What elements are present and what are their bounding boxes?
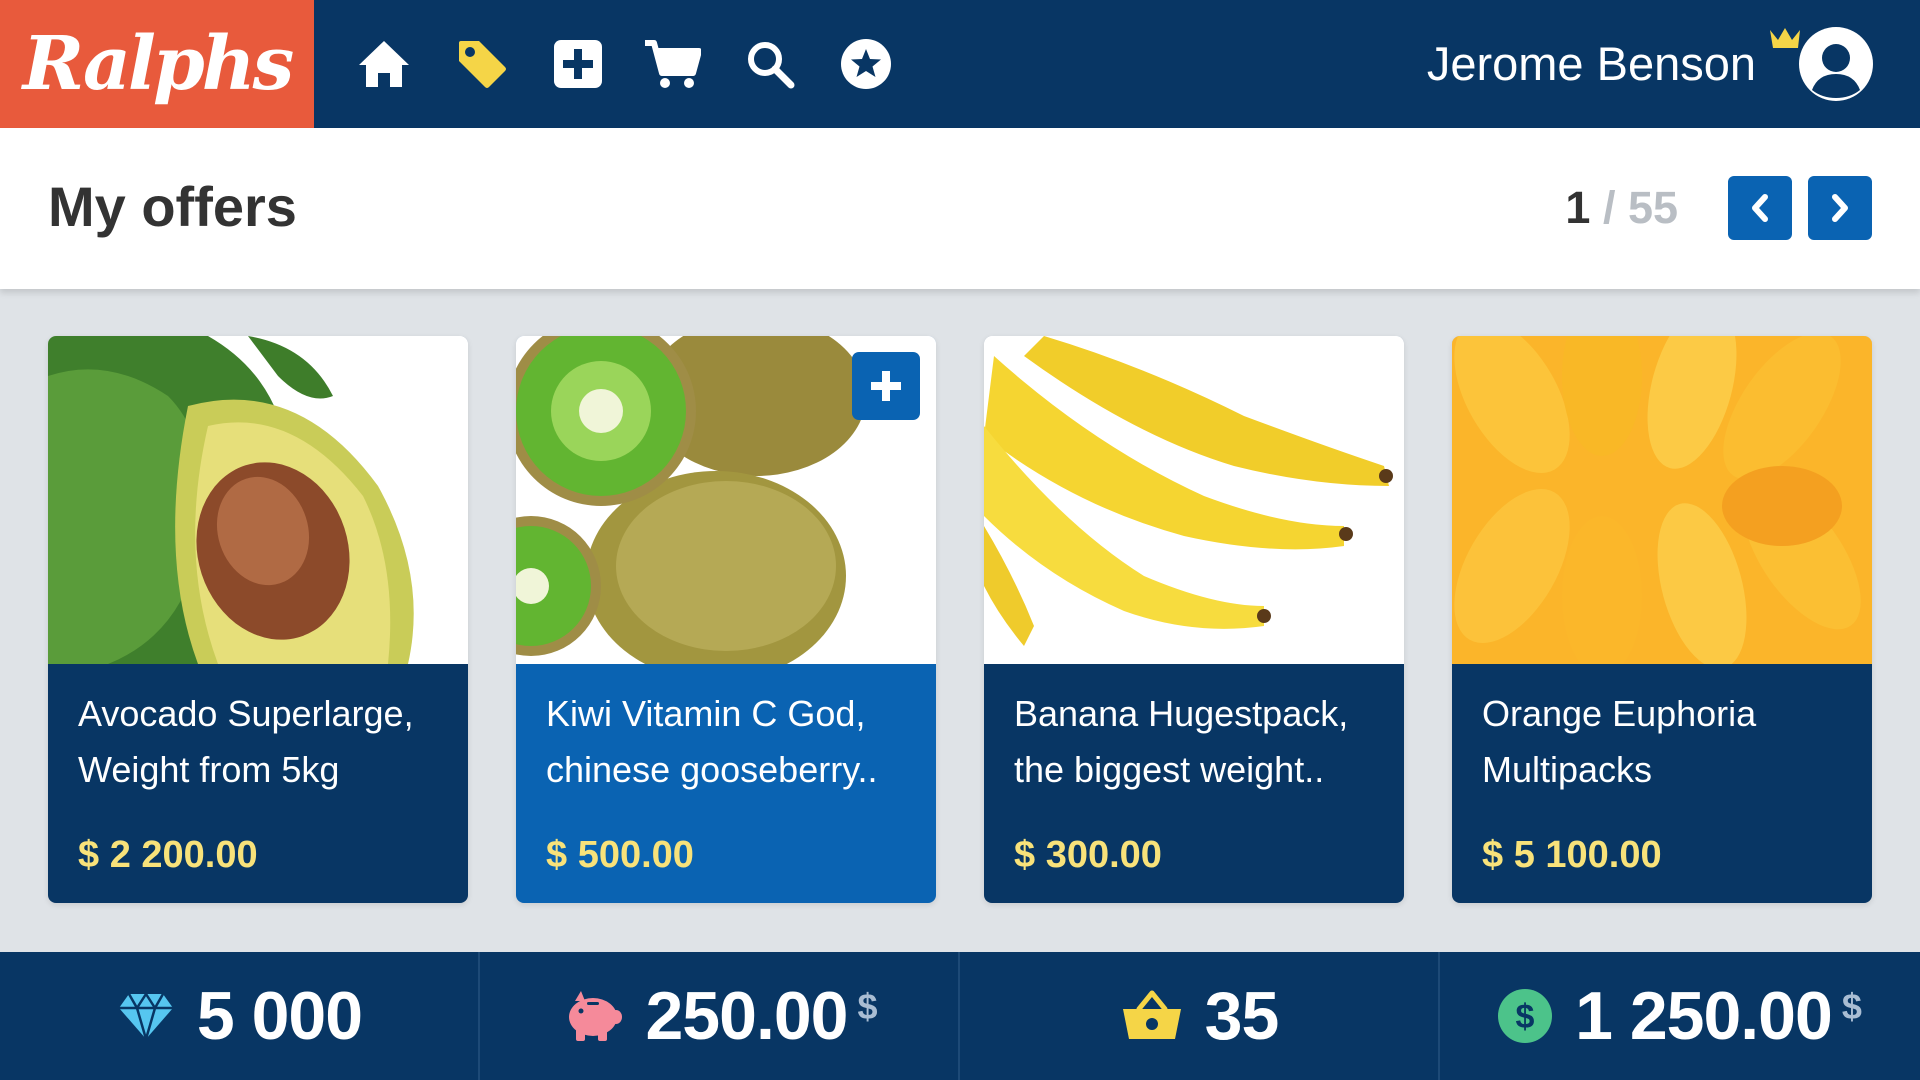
stat-balance: $ 1 250.00 $ xyxy=(1440,952,1919,1080)
orange-image xyxy=(1452,336,1872,664)
stat-basket: 35 xyxy=(960,952,1439,1080)
pager-total: / 55 xyxy=(1602,182,1678,233)
basket-icon xyxy=(1122,990,1181,1039)
home-icon[interactable] xyxy=(354,34,414,94)
cart-icon[interactable] xyxy=(642,34,702,94)
chevron-right-icon xyxy=(1832,194,1848,222)
ralphs-logo[interactable]: Ralphs xyxy=(0,0,314,128)
stat-currency: $ xyxy=(857,986,878,1027)
user-circle-icon xyxy=(1799,27,1873,101)
dollar-coin-icon: $ xyxy=(1498,989,1553,1043)
product-card-banana[interactable]: Banana Hugestpack, the biggest weight.. … xyxy=(984,336,1404,903)
banana-image xyxy=(984,336,1404,664)
stat-savings: 250.00 $ xyxy=(480,952,959,1080)
product-price: $ 300.00 xyxy=(1014,834,1162,876)
stat-value: 250.00 xyxy=(645,978,848,1054)
stats-bar: 5 000 250.00 $ 35 $ 1 250.00 $ xyxy=(0,952,1920,1080)
avocado-image xyxy=(48,336,468,664)
user-avatar[interactable] xyxy=(1768,24,1876,104)
next-page-button[interactable] xyxy=(1808,176,1872,240)
plus-icon xyxy=(871,371,901,401)
product-name: Banana Hugestpack, the biggest weight.. xyxy=(1014,693,1349,790)
top-bar: Ralphs Jerome Benson xyxy=(0,0,1920,128)
pager-indicator: 1 / 55 xyxy=(1565,183,1678,233)
page-title: My offers xyxy=(48,175,297,238)
search-icon[interactable] xyxy=(740,34,800,94)
product-price: $ 500.00 xyxy=(546,834,694,876)
product-card-orange[interactable]: Orange Euphoria Multipacks $ 5 100.00 xyxy=(1452,336,1872,903)
product-card-kiwi[interactable]: Kiwi Vitamin C God, chinese gooseberry..… xyxy=(516,336,936,903)
add-to-cart-button[interactable] xyxy=(852,352,920,420)
star-icon[interactable] xyxy=(836,34,896,94)
piggy-bank-icon xyxy=(569,991,623,1041)
user-name[interactable]: Jerome Benson xyxy=(1427,36,1756,92)
stat-diamonds: 5 000 xyxy=(0,952,479,1080)
chevron-left-icon xyxy=(1752,194,1768,222)
pager-current: 1 xyxy=(1565,182,1591,233)
product-card-avocado[interactable]: Avocado Superlarge, Weight from 5kg $ 2 … xyxy=(48,336,468,903)
product-name: Avocado Superlarge, Weight from 5kg xyxy=(78,693,414,790)
product-price: $ 5 100.00 xyxy=(1482,834,1662,876)
diamond-icon xyxy=(118,991,173,1041)
product-name: Kiwi Vitamin C God, chinese gooseberry.. xyxy=(546,693,878,790)
prev-page-button[interactable] xyxy=(1728,176,1792,240)
product-name: Orange Euphoria Multipacks xyxy=(1482,693,1757,790)
crown-icon xyxy=(1770,28,1800,48)
product-price: $ 2 200.00 xyxy=(78,834,258,876)
page-header: My offers 1 / 55 xyxy=(0,128,1920,289)
svg-text:$: $ xyxy=(1516,998,1535,1036)
tag-icon[interactable] xyxy=(452,34,512,94)
plus-square-icon[interactable] xyxy=(548,34,608,94)
stat-value: 35 xyxy=(1204,978,1280,1054)
stat-value: 1 250.00 xyxy=(1575,978,1833,1054)
kiwi-image xyxy=(516,336,936,664)
stat-currency: $ xyxy=(1841,986,1862,1027)
stat-value: 5 000 xyxy=(196,978,363,1054)
logo-text: Ralphs xyxy=(22,21,294,107)
